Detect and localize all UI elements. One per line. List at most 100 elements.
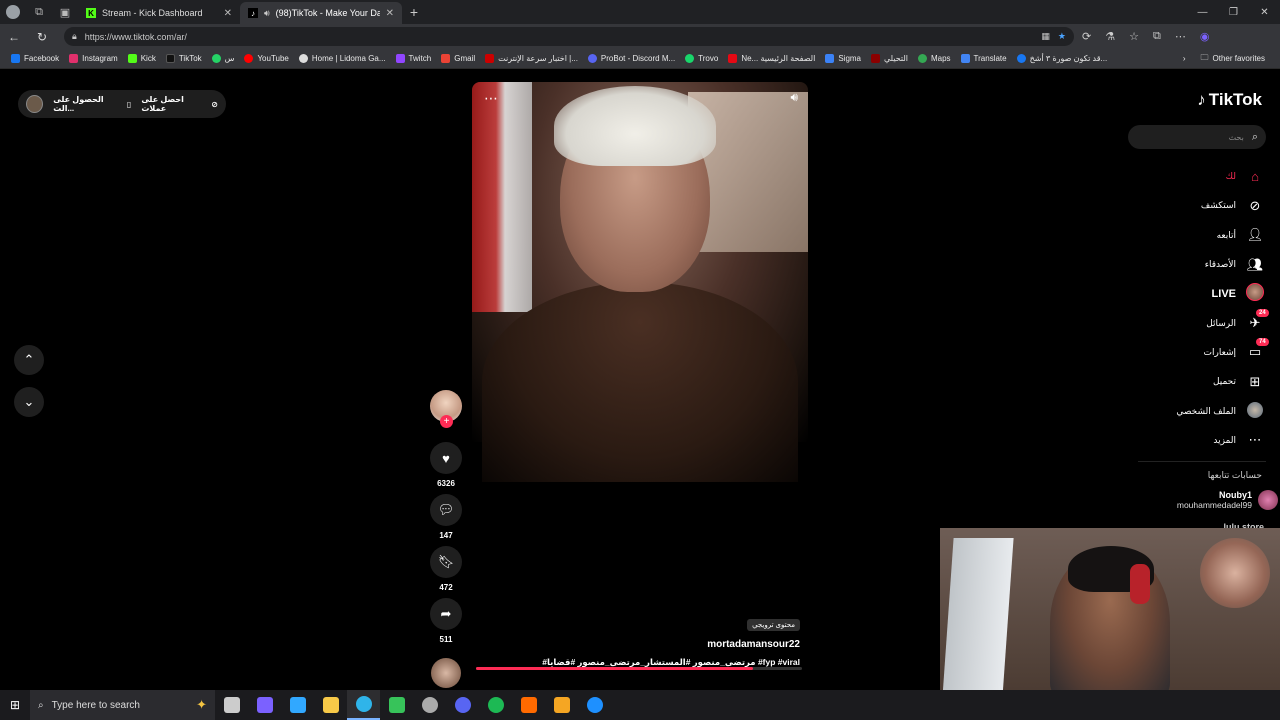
- sidebar-item-following[interactable]: أتابعه 👤︎: [1064, 221, 1264, 250]
- follow-plus-icon[interactable]: +: [440, 415, 453, 428]
- close-window-icon[interactable]: ✕: [1249, 7, 1280, 18]
- bookmark-maps[interactable]: Maps: [913, 54, 956, 63]
- taskbar-discord-button[interactable]: [446, 690, 479, 720]
- refresh-extension-icon[interactable]: ⟳: [1082, 30, 1091, 43]
- phone-icon: ▯: [126, 99, 132, 109]
- save-button[interactable]: 🔖︎: [430, 546, 462, 578]
- tiktok-logo[interactable]: ♪ TikTok: [1197, 90, 1262, 110]
- bookmark-translate[interactable]: Translate: [956, 54, 1012, 63]
- app-available-icon[interactable]: ▦: [1041, 31, 1050, 42]
- video-author[interactable]: mortadamansour22: [707, 639, 800, 650]
- close-tab-icon[interactable]: ✕: [224, 8, 232, 19]
- address-bar[interactable]: 🔒︎ https://www.tiktok.com/ar/ ▦ ★: [64, 27, 1074, 46]
- bookmark-trovo[interactable]: Trovo: [680, 54, 723, 63]
- bookmark-facebook-photo[interactable]: قد تكون صورة ٣ أشخ...: [1012, 54, 1113, 63]
- taskbar-app-chart-button[interactable]: [512, 690, 545, 720]
- taskbar-app-blue-button[interactable]: [578, 690, 611, 720]
- sidebar-item-live[interactable]: LIVE: [1064, 279, 1264, 308]
- speaker-icon[interactable]: 🔊︎: [264, 8, 270, 19]
- sidebar-item-messages[interactable]: الرسائل ✈ 24: [1064, 308, 1269, 337]
- search-icon[interactable]: ⌕: [1252, 131, 1258, 144]
- sidebar-item-explore[interactable]: استكشف ⊘: [1064, 191, 1264, 220]
- sidebar-item-friends[interactable]: الأصدقاء 👥︎: [1064, 250, 1264, 279]
- close-tab-icon[interactable]: ✕: [386, 8, 394, 19]
- taskbar-search-input[interactable]: ⌕ Type here to search ✦: [30, 690, 215, 720]
- taskbar-spotify-button[interactable]: [479, 690, 512, 720]
- tab-tiktok[interactable]: ♪ 🔊︎ (98)TikTok - Make Your Day ✕: [240, 2, 402, 24]
- bookmark-label: ProBot - Discord M...: [600, 54, 676, 63]
- sidebar-item-profile[interactable]: الملف الشخصي: [1064, 396, 1264, 425]
- get-app-button[interactable]: الحصول على الت... ▯: [53, 95, 131, 113]
- creator-avatar[interactable]: +: [430, 390, 462, 428]
- taskbar-task-view-button[interactable]: [215, 690, 248, 720]
- bookmark-tiktok[interactable]: TikTok: [161, 54, 207, 63]
- taskbar-store-button[interactable]: [380, 690, 413, 720]
- get-coins-button[interactable]: احصل على عملات ⊘: [141, 95, 218, 113]
- previous-video-button[interactable]: ⌃: [14, 345, 44, 375]
- sidebar-item-upload[interactable]: تحميل ⊞: [1064, 367, 1264, 396]
- share-button[interactable]: ➦: [430, 598, 462, 630]
- lock-icon: 🔒︎: [72, 31, 77, 41]
- next-video-button[interactable]: ⌄: [14, 387, 44, 417]
- bookmark-twitch[interactable]: Twitch: [391, 54, 437, 63]
- user-avatar[interactable]: [26, 95, 44, 113]
- menu-dots-icon[interactable]: ⋯: [1175, 30, 1186, 43]
- friends-icon: 👥︎: [1246, 256, 1264, 272]
- back-arrow-icon[interactable]: ←: [0, 30, 28, 44]
- bookmark-facebook[interactable]: Facebook: [6, 54, 64, 63]
- sidebar-item-for-you[interactable]: لك ⌂: [1064, 162, 1264, 191]
- maximize-icon[interactable]: ❐: [1218, 7, 1249, 18]
- taskbar-app-grid-button[interactable]: [545, 690, 578, 720]
- bookmark-probot[interactable]: ProBot - Discord M...: [583, 54, 680, 63]
- maps-icon: [917, 54, 927, 63]
- minimize-icon[interactable]: —: [1187, 7, 1218, 18]
- favorites-icon[interactable]: ☆: [1129, 30, 1139, 43]
- url-text[interactable]: https://www.tiktok.com/ar/: [85, 32, 1034, 42]
- taskbar-copilot-button[interactable]: [248, 690, 281, 720]
- chevron-right-icon[interactable]: ›: [1183, 54, 1186, 63]
- bookmark-kick[interactable]: Kick: [123, 54, 161, 63]
- sidebar-item-more[interactable]: المزيد ⋯: [1064, 426, 1264, 455]
- music-disc-icon[interactable]: [431, 658, 461, 688]
- bookmark-netflix[interactable]: Ne... الصفحة الرئيسية: [723, 54, 820, 63]
- sidebar-item-label: LIVE: [1211, 287, 1236, 300]
- bookmark-youtube[interactable]: YouTube: [239, 54, 293, 63]
- new-tab-button[interactable]: +: [402, 4, 426, 20]
- taskbar-file-explorer-button[interactable]: [314, 690, 347, 720]
- video-progress-bar[interactable]: [476, 667, 802, 670]
- other-favorites[interactable]: 🗀 Other favorites: [1196, 52, 1270, 66]
- comment-button[interactable]: 💬︎: [430, 494, 462, 526]
- sidebar-item-notifications[interactable]: إشعارات ▭ 74: [1064, 338, 1269, 367]
- bookmark-gmail[interactable]: Gmail: [436, 54, 480, 63]
- bookmark-speedtest[interactable]: اختبار سرعة الإنترنت |...: [480, 54, 583, 63]
- windows-start-icon[interactable]: ⊞: [0, 698, 30, 712]
- profile-button[interactable]: [0, 0, 26, 24]
- taskbar-photoshop-button[interactable]: [281, 690, 314, 720]
- followed-account[interactable]: Nouby1 mouhammedadel99: [1177, 490, 1278, 510]
- bookmark-whatsapp[interactable]: س: [207, 54, 240, 63]
- extensions-icon[interactable]: ⚗: [1105, 30, 1115, 43]
- bookmark-tahili[interactable]: التحيلي: [866, 54, 913, 63]
- like-button[interactable]: ♥: [430, 442, 462, 474]
- bookmark-label: TikTok: [178, 54, 202, 63]
- tab-kick-dashboard[interactable]: K Stream - Kick Dashboard ✕: [78, 2, 240, 24]
- bookmark-sigma[interactable]: Sigma: [820, 54, 866, 63]
- collections-icon[interactable]: ⧉: [1153, 30, 1161, 43]
- tab-actions-icon[interactable]: ▣: [52, 0, 78, 24]
- favorite-star-icon[interactable]: ★: [1058, 31, 1066, 42]
- flag-background: [472, 82, 532, 312]
- search-input[interactable]: بحث ⌕: [1128, 125, 1266, 149]
- like-count: 6326: [437, 479, 455, 488]
- discord-icon: [454, 697, 471, 713]
- copilot-icon[interactable]: ◉: [1200, 30, 1210, 43]
- sidebar-item-label: الرسائل: [1206, 317, 1236, 328]
- bookmark-lidoma[interactable]: Home | Lidoma Ga...: [294, 54, 391, 63]
- volume-icon[interactable]: 🔊︎: [790, 90, 798, 105]
- workspaces-icon[interactable]: ⧉: [26, 0, 52, 24]
- reload-icon[interactable]: ↻: [28, 30, 56, 44]
- taskbar-obs-button[interactable]: [413, 690, 446, 720]
- video-player[interactable]: ⋯ 🔊︎ محتوى ترويجي mortadamansour22 #مرتض…: [472, 82, 808, 682]
- video-more-options-icon[interactable]: ⋯: [484, 90, 498, 107]
- taskbar-edge-button[interactable]: [347, 690, 380, 720]
- bookmark-instagram[interactable]: Instagram: [64, 54, 123, 63]
